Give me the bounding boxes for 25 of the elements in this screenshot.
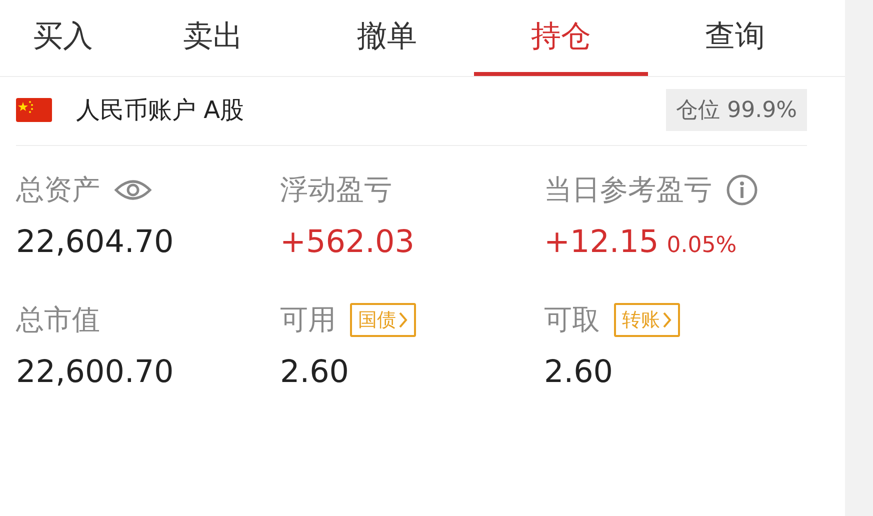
stat-label: 总市值 (16, 302, 100, 338)
tab[interactable]: 撤单 (300, 0, 474, 76)
chevron-icon (398, 311, 408, 329)
flag-icon (16, 98, 52, 122)
chevron-icon (662, 311, 672, 329)
tab[interactable]: 持仓 (474, 0, 648, 76)
percent-change: 0.05% (666, 233, 737, 258)
stat-value: +562.03 (280, 224, 414, 260)
info-icon[interactable] (726, 174, 758, 206)
position-badge: 仓位 99.9% (666, 89, 807, 131)
stat-value: 2.60 (280, 354, 350, 390)
stat-value: +12.15 (544, 224, 659, 260)
tab[interactable]: 查询 (648, 0, 822, 76)
account-name: 人民币账户 A股 (76, 95, 246, 126)
stat-label: 可用 (280, 302, 336, 338)
stat-value: 22,604.70 (16, 224, 174, 260)
tab[interactable]: 卖出 (126, 0, 300, 76)
eye-icon[interactable] (114, 177, 152, 203)
stat-label: 可取 (544, 302, 600, 338)
stat-label: 当日参考盈亏 (544, 172, 712, 208)
stat-value: 2.60 (544, 354, 614, 390)
stat-value: 22,600.70 (16, 354, 174, 390)
stat-label: 总资产 (16, 172, 100, 208)
stat-label: 浮动盈亏 (280, 172, 392, 208)
tab[interactable]: 买入 (0, 0, 126, 76)
